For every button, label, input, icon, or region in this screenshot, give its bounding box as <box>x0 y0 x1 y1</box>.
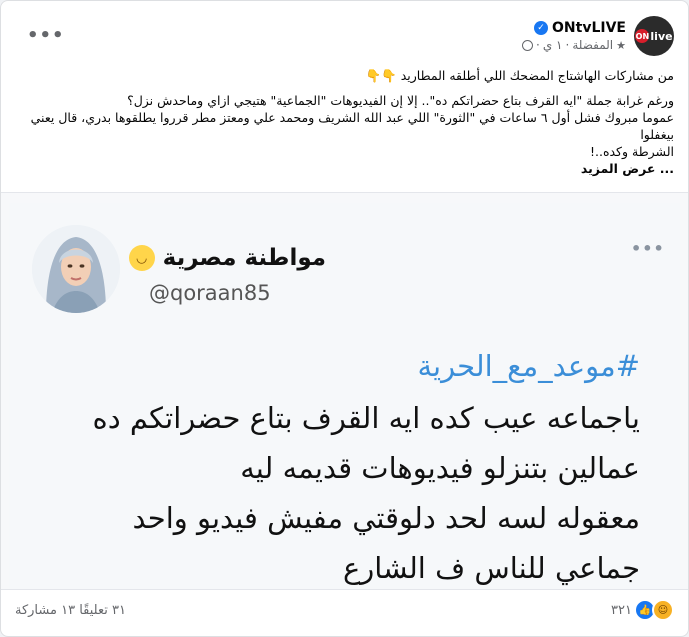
post-options-button[interactable]: ••• <box>27 25 65 46</box>
post-text-line: ورغم غرابة جملة "ايه القرف بتاع حضراتكم … <box>127 93 674 108</box>
tweet-image[interactable]: مواطنة مصرية ◡ @qoraan85 ••• #موعد_مع_ال… <box>1 192 688 590</box>
post-text-line: من مشاركات الهاشتاج المضحك اللي أطلقه ال… <box>365 68 674 83</box>
favorites-label: المفضلة <box>572 38 614 52</box>
tweet-body: ياجماعه عيب كده ايه القرف بتاع حضراتكم د… <box>93 393 640 593</box>
tweet-card: مواطنة مصرية ◡ @qoraan85 ••• #موعد_مع_ال… <box>9 203 680 589</box>
post-text-line: عموما مبروك فشل أول ٦ ساعات في "الثورة" … <box>30 110 674 142</box>
post-footer: ٣١ تعليقًا ١٣ مشاركة ☺ 👍 ٣٢١ <box>15 599 674 621</box>
reactions-count: ٣٢١ <box>611 602 632 618</box>
meta-separator-2: · <box>535 38 540 52</box>
tweet-body-line: عمالين بتنزلو فيديوهات قديمه ليه <box>240 451 640 485</box>
tweet-display-name-row: مواطنة مصرية ◡ <box>128 245 326 271</box>
comments-shares-count[interactable]: ٣١ تعليقًا ١٣ مشاركة <box>15 603 126 618</box>
post-meta: ✓ ONtvLIVE ★ المفضلة · ١ ي · <box>521 20 626 52</box>
tweet-avatar <box>32 225 120 313</box>
woman-in-hijab-avatar <box>32 225 120 313</box>
post-text: من مشاركات الهاشتاج المضحك اللي أطلقه ال… <box>15 67 674 177</box>
reaction-icons: ☺ 👍 <box>634 599 674 621</box>
page-avatar[interactable]: ON live <box>634 16 674 56</box>
post-time[interactable]: ١ ي <box>543 38 563 52</box>
reactions-summary[interactable]: ☺ 👍 ٣٢١ <box>611 599 674 621</box>
tweet-hashtag: #موعد_مع_الحرية <box>417 349 640 383</box>
smiling-face-emoji-icon: ◡ <box>128 245 155 271</box>
favorite-star-icon: ★ <box>616 38 626 52</box>
post-subline: ★ المفضلة · ١ ي · <box>521 38 626 52</box>
verified-badge-icon: ✓ <box>534 21 549 35</box>
avatar-live-logo: live <box>650 29 673 43</box>
page-name-row: ✓ ONtvLIVE <box>534 20 626 36</box>
haha-reaction-icon: ☺ <box>652 599 674 621</box>
tweet-body-line: جماعي للناس ف الشارع <box>342 551 640 585</box>
globe-icon <box>521 39 533 51</box>
tweet-handle: @qoraan85 <box>149 281 271 305</box>
tweet-body-line: معقوله لسه لحد دلوقتي مفيش فيديو واحد <box>132 501 640 535</box>
meta-separator: · <box>565 38 570 52</box>
post-card: ON live ✓ ONtvLIVE ★ المفضلة · ١ ي · •••… <box>0 0 689 637</box>
avatar-on-logo: ON <box>635 29 650 43</box>
page-name[interactable]: ONtvLIVE <box>552 20 626 36</box>
post-header: ON live ✓ ONtvLIVE ★ المفضلة · ١ ي · <box>521 15 674 57</box>
tweet-options-icon: ••• <box>631 239 665 258</box>
see-more-link[interactable]: ... عرض المزيد <box>15 160 674 177</box>
post-text-line: الشرطة وكده..! <box>589 144 674 159</box>
tweet-display-name: مواطنة مصرية <box>162 245 326 271</box>
tweet-body-line: ياجماعه عيب كده ايه القرف بتاع حضراتكم د… <box>92 401 640 435</box>
